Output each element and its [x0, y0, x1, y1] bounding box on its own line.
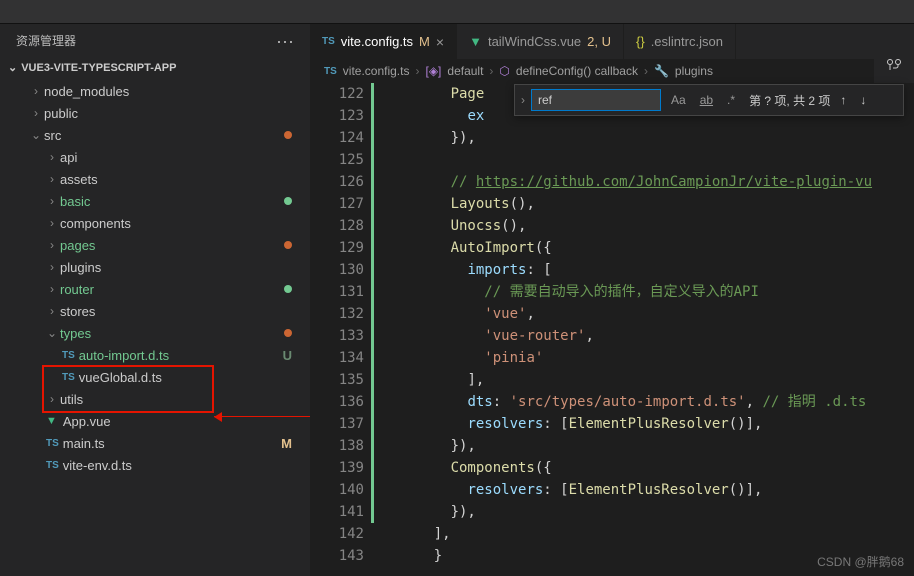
- status-dot: [284, 329, 292, 337]
- status-dot: [284, 285, 292, 293]
- chevron-icon: ›: [44, 216, 60, 230]
- tree-item[interactable]: ›node_modules: [0, 80, 310, 102]
- function-icon: ⬡: [499, 64, 509, 78]
- ts-icon: TS: [62, 372, 75, 383]
- tree-label: plugins: [60, 260, 310, 275]
- tree-item[interactable]: ›stores: [0, 300, 310, 322]
- tree-label: router: [60, 282, 284, 297]
- chevron-icon: ›: [28, 84, 44, 98]
- vue-icon: ▼: [46, 415, 57, 427]
- watermark: CSDN @胖鹅68: [817, 553, 904, 570]
- editor-tab[interactable]: {}.eslintrc.json: [624, 24, 736, 59]
- regex[interactable]: .*: [723, 91, 739, 109]
- tree-label: pages: [60, 238, 284, 253]
- git-status: M: [281, 436, 292, 451]
- ts-icon: TS: [62, 350, 75, 361]
- chevron-icon: ⌄: [28, 128, 44, 142]
- more-icon[interactable]: ···: [276, 35, 294, 47]
- tree-item[interactable]: ›public: [0, 102, 310, 124]
- status-dot: [284, 241, 292, 249]
- tree-label: vite-env.d.ts: [63, 458, 310, 473]
- breadcrumb-prop[interactable]: plugins: [675, 64, 713, 78]
- chevron-icon: ›: [44, 282, 60, 296]
- status-dot: [284, 197, 292, 205]
- git-status: U: [283, 348, 292, 363]
- tree-item[interactable]: ›assets: [0, 168, 310, 190]
- tree-label: stores: [60, 304, 310, 319]
- tree-item[interactable]: ›pages: [0, 234, 310, 256]
- chevron-icon: ›: [44, 194, 60, 208]
- chevron-icon: ›: [44, 150, 60, 164]
- match-case[interactable]: Aa: [667, 91, 690, 109]
- ts-icon: TS: [46, 438, 59, 449]
- breadcrumb-fn[interactable]: defineConfig() callback: [516, 64, 638, 78]
- tree-label: node_modules: [44, 84, 310, 99]
- tree-item[interactable]: TS vueGlobal.d.ts: [0, 366, 310, 388]
- tree-item[interactable]: ›basic: [0, 190, 310, 212]
- tree-label: auto-import.d.ts: [79, 348, 283, 363]
- tree-label: utils: [60, 392, 310, 407]
- export-icon: [◈]: [425, 64, 441, 78]
- editor-tab[interactable]: TSvite.config.ts M×: [310, 24, 457, 59]
- editor-tab[interactable]: ▼tailWindCss.vue 2, U: [457, 24, 624, 59]
- status-dot: [284, 131, 292, 139]
- tree-item[interactable]: ▼App.vue: [0, 410, 310, 432]
- breadcrumb-file[interactable]: vite.config.ts: [343, 64, 410, 78]
- compare-icon: [886, 58, 902, 74]
- tree-label: vueGlobal.d.ts: [79, 370, 310, 385]
- tab-actions[interactable]: [874, 48, 914, 83]
- menubar: [0, 0, 914, 24]
- property-icon: 🔧: [654, 64, 669, 78]
- prev-match-icon[interactable]: ↑: [836, 93, 850, 107]
- chevron-icon: ⌄: [44, 326, 60, 340]
- tree-label: types: [60, 326, 284, 341]
- chevron-icon: ›: [44, 392, 60, 406]
- breadcrumb-export[interactable]: default: [447, 64, 483, 78]
- tree-item[interactable]: ›router: [0, 278, 310, 300]
- ts-icon: TS: [46, 460, 59, 471]
- tree-item[interactable]: ⌄types: [0, 322, 310, 344]
- tree-item[interactable]: ›api: [0, 146, 310, 168]
- tree-label: public: [44, 106, 310, 121]
- breadcrumb[interactable]: TS vite.config.ts › [◈] default › ⬡ defi…: [310, 59, 914, 83]
- tree-label: components: [60, 216, 310, 231]
- chevron-icon: ›: [44, 238, 60, 252]
- find-widget[interactable]: › Aa ab .* 第 ? 项, 共 2 项 ↑ ↓: [514, 84, 904, 116]
- tree-label: src: [44, 128, 284, 143]
- tree-label: api: [60, 150, 310, 165]
- chevron-icon: ›: [28, 106, 44, 120]
- whole-word[interactable]: ab: [696, 91, 717, 109]
- tree-item[interactable]: ›components: [0, 212, 310, 234]
- tree-item[interactable]: ›utils: [0, 388, 310, 410]
- tree-label: basic: [60, 194, 284, 209]
- chevron-right-icon[interactable]: ›: [521, 93, 525, 107]
- close-icon[interactable]: ×: [436, 34, 444, 50]
- annotation-arrow-head: [214, 412, 222, 422]
- tree-label: main.ts: [63, 436, 281, 451]
- chevron-icon: ›: [44, 260, 60, 274]
- tree-item[interactable]: TS vite-env.d.ts: [0, 454, 310, 476]
- explorer-sidebar: 资源管理器 ··· ⌄ VUE3-VITE-TYPESCRIPT-APP ›no…: [0, 24, 310, 576]
- ts-icon: TS: [324, 66, 337, 77]
- editor-tabs: TSvite.config.ts M×▼tailWindCss.vue 2, U…: [310, 24, 914, 59]
- find-results: 第 ? 项, 共 2 项: [749, 92, 830, 109]
- search-input[interactable]: [531, 89, 661, 111]
- chevron-icon: ›: [44, 172, 60, 186]
- tree-item[interactable]: TS auto-import.d.tsU: [0, 344, 310, 366]
- tree-label: assets: [60, 172, 310, 187]
- chevron-down-icon[interactable]: ⌄: [8, 61, 17, 74]
- tree-item[interactable]: ⌄src: [0, 124, 310, 146]
- explorer-title: 资源管理器: [16, 32, 76, 49]
- chevron-icon: ›: [44, 304, 60, 318]
- project-name[interactable]: VUE3-VITE-TYPESCRIPT-APP: [21, 62, 176, 74]
- tree-item[interactable]: ›plugins: [0, 256, 310, 278]
- next-match-icon[interactable]: ↓: [856, 93, 870, 107]
- tree-item[interactable]: TS main.tsM: [0, 432, 310, 454]
- code-editor[interactable]: 1221231241251261271281291301311321331341…: [310, 83, 914, 567]
